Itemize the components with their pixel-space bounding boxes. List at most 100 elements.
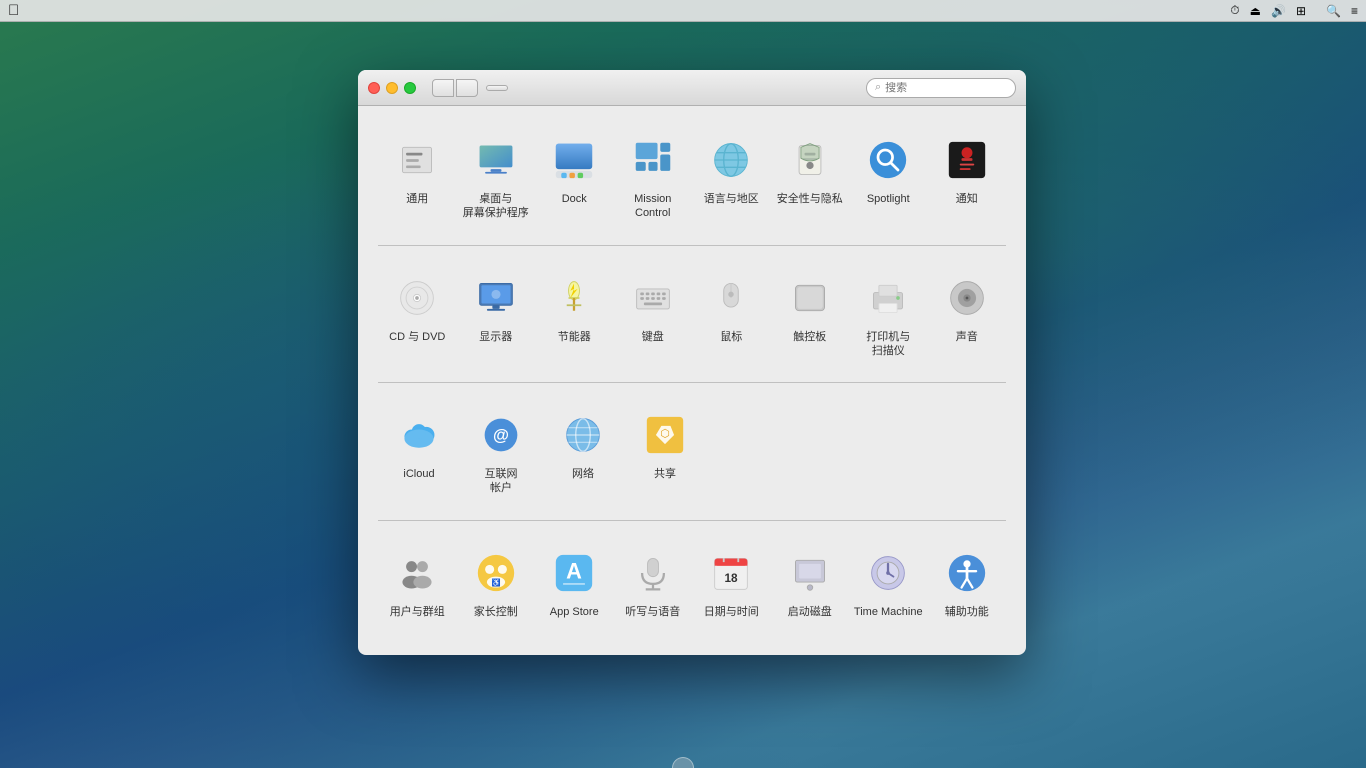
- pref-item-parental[interactable]: ♿ 家长控制: [457, 537, 536, 627]
- prefs-row-3: iCloud @ 互联网 帐户 网络 ⬡ 共享: [378, 391, 1006, 512]
- spotlight-icon[interactable]: 🔍: [1326, 4, 1341, 18]
- search-input[interactable]: [885, 82, 1007, 94]
- pref-label-internet: 互联网 帐户: [485, 467, 518, 496]
- prefs-row-2: CD 与 DVD 显示器 节能器 键盘 鼠标 触控板 打: [378, 254, 1006, 375]
- prefs-row-1: 通用 桌面与 屏幕保护程序 Dock Mission Control 语言与地区…: [378, 116, 1006, 237]
- pref-icon-appstore: A: [546, 545, 602, 601]
- svg-text:♿: ♿: [491, 578, 500, 587]
- pref-item-security[interactable]: 安全性与隐私: [771, 124, 850, 229]
- pref-label-accessibility: 辅助功能: [945, 605, 989, 619]
- nav-back-button[interactable]: [432, 79, 454, 97]
- pref-item-keyboard[interactable]: 键盘: [614, 262, 693, 367]
- pref-item-trackpad[interactable]: 触控板: [771, 262, 850, 367]
- pref-label-datetime: 日期与时间: [704, 605, 759, 619]
- pref-label-timemachine: Time Machine: [854, 605, 923, 619]
- pref-icon-startup: [782, 545, 838, 601]
- pref-item-sharing[interactable]: ⬡ 共享: [624, 399, 706, 504]
- pref-icon-accessibility: [939, 545, 995, 601]
- menubar-right: ⏱ ⏏ 🔊 ⊞ 🔍 ≡: [1230, 3, 1358, 18]
- pref-icon-mouse: [703, 270, 759, 326]
- pref-icon-cd: [389, 270, 445, 326]
- pref-item-desktop[interactable]: 桌面与 屏幕保护程序: [457, 124, 536, 229]
- eject-icon[interactable]: ⏏: [1250, 4, 1261, 18]
- pref-icon-notifications: [939, 132, 995, 188]
- pref-item-accessibility[interactable]: 辅助功能: [928, 537, 1007, 627]
- pref-label-mission: Mission Control: [634, 192, 671, 221]
- pref-item-mission[interactable]: Mission Control: [614, 124, 693, 229]
- notification-icon[interactable]: ≡: [1351, 4, 1358, 18]
- pref-item-sound[interactable]: 声音: [928, 262, 1007, 367]
- pref-icon-parental: ♿: [468, 545, 524, 601]
- pref-icon-keyboard: [625, 270, 681, 326]
- pref-icon-icloud: [391, 407, 447, 463]
- pref-icon-dock: [546, 132, 602, 188]
- prefs-row-4: 用户与群组 ♿ 家长控制 A App Store 听写与语音 18 日期与时间 …: [378, 529, 1006, 635]
- pref-item-energy[interactable]: 节能器: [535, 262, 614, 367]
- svg-text:@: @: [493, 427, 509, 445]
- search-box[interactable]: ⌕: [866, 78, 1016, 98]
- pref-label-spotlight: Spotlight: [867, 192, 910, 206]
- window-content: 通用 桌面与 屏幕保护程序 Dock Mission Control 语言与地区…: [358, 106, 1026, 655]
- pref-label-icloud: iCloud: [403, 467, 434, 481]
- window-titlebar: ⌕: [358, 70, 1026, 106]
- grid-icon[interactable]: ⊞: [1296, 4, 1306, 18]
- traffic-lights: [368, 82, 416, 94]
- pref-item-spotlight[interactable]: Spotlight: [849, 124, 928, 229]
- pref-item-notifications[interactable]: 通知: [928, 124, 1007, 229]
- pref-item-datetime[interactable]: 18 日期与时间: [692, 537, 771, 627]
- nav-forward-button[interactable]: [456, 79, 478, 97]
- pref-item-language[interactable]: 语言与地区: [692, 124, 771, 229]
- pref-icon-internet: @: [473, 407, 529, 463]
- search-icon: ⌕: [875, 81, 881, 94]
- pref-label-security: 安全性与隐私: [777, 192, 843, 206]
- time-machine-icon[interactable]: ⏱: [1230, 3, 1239, 18]
- pref-icon-timemachine: [860, 545, 916, 601]
- pref-label-desktop: 桌面与 屏幕保护程序: [463, 192, 529, 221]
- pref-icon-sharing: ⬡: [637, 407, 693, 463]
- desktop:  ⏱ ⏏ 🔊 ⊞ 🔍 ≡: [0, 0, 1366, 768]
- maximize-button[interactable]: [404, 82, 416, 94]
- show-all-button[interactable]: [486, 85, 508, 91]
- pref-item-display[interactable]: 显示器: [457, 262, 536, 367]
- pref-icon-printer: [860, 270, 916, 326]
- divider-2: [378, 382, 1006, 383]
- menubar-left: : [8, 2, 103, 19]
- apple-menu[interactable]: : [8, 2, 19, 19]
- pref-icon-display: [468, 270, 524, 326]
- pref-icon-security: [782, 132, 838, 188]
- pref-icon-spotlight: [860, 132, 916, 188]
- pref-label-trackpad: 触控板: [793, 330, 826, 344]
- pref-item-dock[interactable]: Dock: [535, 124, 614, 229]
- pref-item-icloud[interactable]: iCloud: [378, 399, 460, 504]
- pref-item-internet[interactable]: @ 互联网 帐户: [460, 399, 542, 504]
- pref-label-printer: 打印机与 扫描仪: [866, 330, 910, 359]
- minimize-button[interactable]: [386, 82, 398, 94]
- pref-item-mouse[interactable]: 鼠标: [692, 262, 771, 367]
- divider-1: [378, 245, 1006, 246]
- pref-item-general[interactable]: 通用: [378, 124, 457, 229]
- svg-text:A: A: [566, 558, 582, 583]
- pref-label-startup: 启动磁盘: [788, 605, 832, 619]
- pref-label-dictation: 听写与语音: [625, 605, 680, 619]
- pref-item-cd[interactable]: CD 与 DVD: [378, 262, 457, 367]
- pref-label-sharing: 共享: [654, 467, 676, 481]
- pref-icon-desktop: [468, 132, 524, 188]
- pref-item-timemachine[interactable]: Time Machine: [849, 537, 928, 627]
- close-button[interactable]: [368, 82, 380, 94]
- pref-item-network[interactable]: 网络: [542, 399, 624, 504]
- pref-item-startup[interactable]: 启动磁盘: [771, 537, 850, 627]
- pref-item-appstore[interactable]: A App Store: [535, 537, 614, 627]
- svg-text:18: 18: [725, 571, 739, 585]
- pref-item-printer[interactable]: 打印机与 扫描仪: [849, 262, 928, 367]
- pref-icon-sound: [939, 270, 995, 326]
- volume-icon[interactable]: 🔊: [1271, 4, 1286, 18]
- pref-label-language: 语言与地区: [704, 192, 759, 206]
- pref-label-appstore: App Store: [550, 605, 599, 619]
- pref-label-display: 显示器: [479, 330, 512, 344]
- pref-label-keyboard: 键盘: [642, 330, 664, 344]
- pref-label-users: 用户与群组: [390, 605, 445, 619]
- pref-icon-network: [555, 407, 611, 463]
- pref-icon-trackpad: [782, 270, 838, 326]
- pref-item-users[interactable]: 用户与群组: [378, 537, 457, 627]
- pref-item-dictation[interactable]: 听写与语音: [614, 537, 693, 627]
